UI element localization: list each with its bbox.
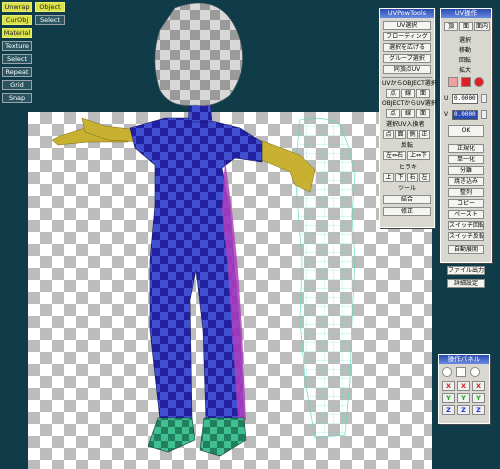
flip-ud-button[interactable]: 上⇔下 bbox=[407, 151, 430, 160]
v-value-input[interactable]: 0.0000 bbox=[452, 110, 478, 120]
align-label: ヒラキ bbox=[399, 164, 418, 171]
move-label[interactable]: 移動 bbox=[459, 47, 471, 55]
select-button[interactable]: Select bbox=[2, 54, 32, 64]
uv-operation-title: UV操作 bbox=[441, 9, 491, 18]
auto-unfold-button[interactable]: 自動展開 bbox=[448, 245, 484, 254]
y-axis-button-3[interactable]: Y bbox=[472, 393, 485, 403]
expand-selection-button[interactable]: 選択を広げる bbox=[383, 43, 431, 52]
uvpowtools-title: UVPowTools bbox=[380, 9, 434, 18]
flip-label: 反転 bbox=[401, 142, 414, 149]
uv-swap-label: 選択UV入換者 bbox=[386, 121, 425, 128]
x-axis-button-1[interactable]: X bbox=[442, 381, 455, 391]
tool-label: ツール bbox=[398, 185, 417, 192]
select-label[interactable]: 選択 bbox=[459, 37, 471, 45]
repeat-button[interactable]: Repeat bbox=[2, 67, 32, 77]
swap-face-button[interactable]: 面 bbox=[395, 130, 406, 139]
floating-button[interactable]: フローティング bbox=[383, 32, 431, 41]
rotate-gizmo-icon[interactable] bbox=[470, 367, 480, 377]
swap-side-button[interactable]: 側 bbox=[407, 130, 418, 139]
details-button[interactable]: 詳細設定 bbox=[447, 279, 485, 288]
z-axis-button-1[interactable]: Z bbox=[442, 405, 455, 415]
align-up-button[interactable]: 上 bbox=[383, 173, 394, 182]
u-label: U bbox=[444, 95, 449, 102]
uv-operation-panel: UV操作 頂 面 面内 選択 移動 回転 拡大 U 0.0000 V 0.000… bbox=[440, 8, 492, 263]
tab-surface[interactable]: 面内 bbox=[474, 22, 490, 31]
scale-gizmo-icon[interactable] bbox=[456, 367, 466, 377]
tab-point[interactable]: 頂 bbox=[444, 22, 458, 31]
v-spinner[interactable] bbox=[481, 110, 487, 119]
select-mode-button[interactable]: Select bbox=[35, 15, 65, 25]
swap-point-button[interactable]: 点 bbox=[383, 130, 394, 139]
unwrap-button[interactable]: Unwrap bbox=[2, 2, 32, 12]
x-axis-button-2[interactable]: X bbox=[457, 381, 470, 391]
ok-button[interactable]: OK bbox=[448, 125, 484, 137]
tab-face[interactable]: 面 bbox=[459, 22, 473, 31]
snap-button[interactable]: Snap bbox=[2, 93, 32, 103]
uv-to-object-label: UVからOBJECT選択 bbox=[382, 80, 437, 87]
x-axis-button-3[interactable]: X bbox=[472, 381, 485, 391]
uv-to-obj-face-button[interactable]: 面 bbox=[416, 89, 430, 98]
move-gizmo-icon[interactable] bbox=[442, 367, 452, 377]
texture-button[interactable]: Texture bbox=[2, 41, 32, 51]
split-button[interactable]: 分離 bbox=[448, 166, 484, 175]
rotate-label[interactable]: 回転 bbox=[459, 57, 471, 65]
copy-button[interactable]: コピー bbox=[448, 199, 484, 208]
normalize-button[interactable]: 正規化 bbox=[448, 144, 484, 153]
paste-button[interactable]: ペースト bbox=[448, 210, 484, 219]
material-button[interactable]: Material bbox=[2, 28, 32, 38]
red-cube-icon[interactable] bbox=[461, 77, 471, 87]
operation-panel-title: 操作パネル bbox=[439, 355, 489, 364]
object-to-uv-label: OBJECTからUV選択 bbox=[382, 100, 437, 107]
align-left-button[interactable]: 左 bbox=[419, 173, 430, 182]
overwrite-button[interactable]: 焼き込み bbox=[448, 177, 484, 186]
operation-panel: 操作パネル X X X Y Y Y Z Z Z bbox=[438, 354, 490, 424]
grid-button[interactable]: Grid bbox=[2, 80, 32, 90]
u-spinner[interactable] bbox=[481, 94, 487, 103]
switch-flip-button[interactable]: スイッチ反転 bbox=[448, 232, 484, 241]
uv-select-button[interactable]: UV選択 bbox=[383, 21, 431, 30]
obj-to-uv-line-button[interactable]: 線 bbox=[401, 109, 415, 118]
v-label: V bbox=[444, 111, 449, 118]
group-select-button[interactable]: グループ選択 bbox=[383, 54, 431, 63]
flip-lr-button[interactable]: 左⇔右 bbox=[383, 151, 406, 160]
3d-viewport[interactable]: Unwrap Object CurObj Select Material Tex… bbox=[0, 0, 500, 469]
merge-button[interactable]: 結合 bbox=[383, 195, 431, 204]
align-right-button[interactable]: 右 bbox=[407, 173, 418, 182]
y-axis-button-1[interactable]: Y bbox=[442, 393, 455, 403]
pink-square-icon[interactable] bbox=[448, 77, 458, 87]
obj-to-uv-point-button[interactable]: 点 bbox=[386, 109, 400, 118]
u-value-input[interactable]: 0.0000 bbox=[452, 94, 478, 104]
object-button[interactable]: Object bbox=[35, 2, 65, 12]
single-button[interactable]: 単一化 bbox=[448, 155, 484, 164]
obj-to-uv-face-button[interactable]: 面 bbox=[416, 109, 430, 118]
uv-to-obj-point-button[interactable]: 点 bbox=[386, 89, 400, 98]
switch-rotate-button[interactable]: スイッチ回転 bbox=[448, 221, 484, 230]
z-axis-button-3[interactable]: Z bbox=[472, 405, 485, 415]
align-down-button[interactable]: 下 bbox=[395, 173, 406, 182]
same-vertex-uv-button[interactable]: 同頂点UV bbox=[383, 65, 431, 74]
fix-button[interactable]: 修正 bbox=[383, 207, 431, 216]
curobj-button[interactable]: CurObj bbox=[2, 15, 32, 25]
uv-to-obj-line-button[interactable]: 線 bbox=[401, 89, 415, 98]
uvpowtools-panel: UVPowTools UV選択 フローティング 選択を広げる グループ選択 同頂… bbox=[379, 8, 437, 228]
file-output-button[interactable]: ファイル出力 bbox=[447, 266, 485, 275]
arrange-button[interactable]: 整列 bbox=[448, 188, 484, 197]
swap-pos-button[interactable]: 正 bbox=[419, 130, 430, 139]
z-axis-button-2[interactable]: Z bbox=[457, 405, 470, 415]
y-axis-button-2[interactable]: Y bbox=[457, 393, 470, 403]
scale-label[interactable]: 拡大 bbox=[459, 67, 471, 75]
red-sphere-icon[interactable] bbox=[474, 77, 484, 87]
separator bbox=[382, 77, 432, 78]
